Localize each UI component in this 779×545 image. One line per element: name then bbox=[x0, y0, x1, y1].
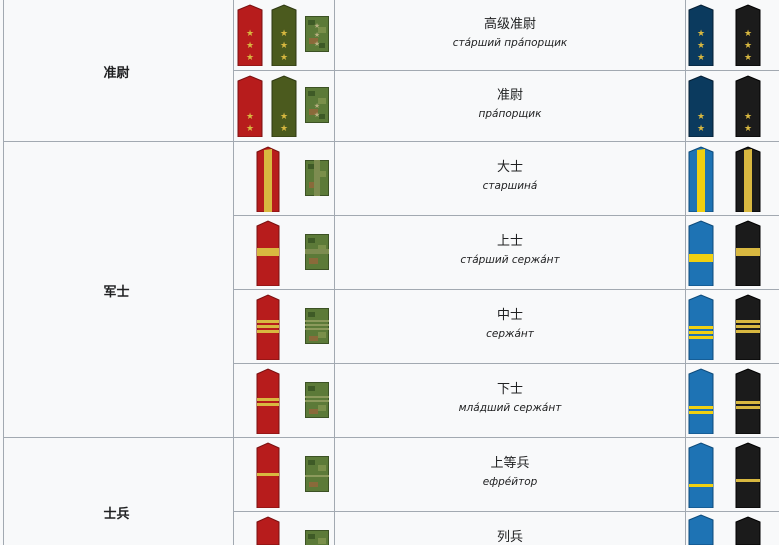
shoulder-board-red bbox=[256, 294, 280, 360]
rank-name-russian: мла́дший сержа́нт bbox=[458, 402, 562, 414]
shoulder-board-black: ★ ★ ★ bbox=[735, 4, 761, 66]
shoulder-board-camo bbox=[305, 234, 329, 270]
rank-name-chinese: 高级准尉 bbox=[483, 17, 536, 32]
svg-text:★: ★ bbox=[246, 53, 254, 63]
svg-text:★: ★ bbox=[697, 29, 705, 39]
shoulder-board-green: ★ ★ bbox=[271, 75, 297, 137]
shoulder-board-black: ★ ★ bbox=[735, 75, 761, 137]
shoulder-board-black bbox=[735, 442, 761, 508]
svg-text:★: ★ bbox=[314, 111, 320, 119]
shoulder-board-red bbox=[256, 368, 280, 434]
svg-text:★: ★ bbox=[697, 53, 705, 63]
shoulder-board-black bbox=[735, 294, 761, 360]
rank-name: 列兵 bbox=[335, 530, 685, 545]
svg-text:★: ★ bbox=[280, 41, 288, 51]
shoulder-board-sky-blue bbox=[688, 220, 714, 286]
shoulder-board-black bbox=[735, 146, 761, 212]
shoulder-board-camo bbox=[305, 382, 329, 418]
rank-name-chinese: 大士 bbox=[496, 160, 523, 175]
svg-text:★: ★ bbox=[246, 41, 254, 51]
svg-text:★: ★ bbox=[744, 29, 752, 39]
svg-text:★: ★ bbox=[314, 31, 320, 39]
svg-text:★: ★ bbox=[246, 29, 254, 39]
svg-text:★: ★ bbox=[246, 124, 254, 134]
rank-name-chinese: 列兵 bbox=[496, 530, 523, 545]
svg-text:★: ★ bbox=[246, 112, 254, 122]
rank-name: 高级准尉 ста́рший пра́порщик bbox=[335, 17, 685, 50]
svg-text:★: ★ bbox=[697, 124, 705, 134]
shoulder-board-camo bbox=[305, 456, 329, 492]
shoulder-board-camo bbox=[305, 308, 329, 344]
rank-name: 下士 мла́дший сержа́нт bbox=[335, 382, 685, 415]
rank-name-russian: ста́рший пра́порщик bbox=[452, 37, 568, 49]
svg-text:★: ★ bbox=[744, 41, 752, 51]
rank-name: 大士 старшина́ bbox=[335, 160, 685, 193]
rank-name-chinese: 上士 bbox=[496, 234, 523, 249]
svg-text:★: ★ bbox=[744, 112, 752, 122]
shoulder-board-red bbox=[256, 442, 280, 508]
shoulder-board-sky-blue bbox=[688, 146, 714, 212]
rank-name-chinese: 下士 bbox=[496, 382, 523, 397]
svg-text:★: ★ bbox=[314, 40, 320, 48]
row-divider bbox=[3, 141, 779, 142]
shoulder-board-sky-blue bbox=[688, 368, 714, 434]
svg-text:★: ★ bbox=[744, 124, 752, 134]
category-label: 军士 bbox=[103, 285, 130, 300]
shoulder-board-camo: ★ ★ ★ bbox=[305, 16, 329, 52]
column-divider bbox=[685, 0, 686, 545]
category-label: 士兵 bbox=[103, 507, 130, 522]
rank-name-russian: ста́рший сержа́нт bbox=[460, 254, 560, 266]
shoulder-board-black bbox=[735, 516, 761, 545]
rank-name: 上士 ста́рший сержа́нт bbox=[335, 234, 685, 267]
shoulder-board-black bbox=[735, 220, 761, 286]
svg-text:★: ★ bbox=[744, 53, 752, 63]
rank-table: 准尉 军士 士兵 高级准尉 ста́рший пра́порщик 准尉 пра… bbox=[0, 0, 779, 545]
row-divider bbox=[233, 70, 779, 71]
rank-name-russian: старшина́ bbox=[482, 180, 538, 192]
rank-name-chinese: 准尉 bbox=[496, 88, 523, 103]
svg-text:★: ★ bbox=[314, 102, 320, 110]
svg-text:★: ★ bbox=[697, 41, 705, 51]
row-divider bbox=[233, 215, 779, 216]
column-divider bbox=[233, 0, 234, 545]
rank-name-russian: пра́порщик bbox=[478, 108, 542, 120]
shoulder-board-red bbox=[256, 220, 280, 286]
shoulder-board-black bbox=[735, 368, 761, 434]
rank-name: 准尉 пра́порщик bbox=[335, 88, 685, 121]
svg-text:★: ★ bbox=[280, 53, 288, 63]
row-divider bbox=[3, 437, 779, 438]
shoulder-board-red: ★ ★ ★ bbox=[237, 4, 263, 66]
shoulder-board-sky-blue bbox=[688, 514, 714, 545]
rank-name-russian: ефре́йтор bbox=[482, 476, 538, 488]
rank-name-chinese: 中士 bbox=[496, 308, 523, 323]
table-border-left bbox=[3, 0, 4, 545]
rank-name: 中士 сержа́нт bbox=[335, 308, 685, 341]
shoulder-board-green: ★ ★ ★ bbox=[271, 4, 297, 66]
shoulder-board-camo bbox=[305, 530, 329, 545]
shoulder-board-navy: ★ ★ ★ bbox=[688, 4, 714, 66]
shoulder-board-camo: ★ ★ bbox=[305, 87, 329, 123]
row-divider bbox=[233, 289, 779, 290]
svg-text:★: ★ bbox=[280, 29, 288, 39]
svg-text:★: ★ bbox=[314, 22, 320, 30]
svg-text:★: ★ bbox=[280, 112, 288, 122]
shoulder-board-sky-blue bbox=[688, 442, 714, 508]
shoulder-board-camo bbox=[305, 160, 329, 196]
svg-text:★: ★ bbox=[697, 112, 705, 122]
shoulder-board-red: ★ ★ bbox=[237, 75, 263, 137]
row-divider bbox=[233, 511, 779, 512]
rank-name-chinese: 上等兵 bbox=[490, 456, 530, 471]
shoulder-board-sky-blue bbox=[688, 294, 714, 360]
category-label: 准尉 bbox=[103, 66, 130, 81]
shoulder-board-red bbox=[256, 146, 280, 212]
svg-text:★: ★ bbox=[280, 124, 288, 134]
shoulder-board-navy: ★ ★ bbox=[688, 75, 714, 137]
rank-name: 上等兵 ефре́йтор bbox=[335, 456, 685, 489]
rank-name-russian: сержа́нт bbox=[486, 328, 534, 340]
row-divider bbox=[233, 363, 779, 364]
shoulder-board-red bbox=[256, 516, 280, 545]
